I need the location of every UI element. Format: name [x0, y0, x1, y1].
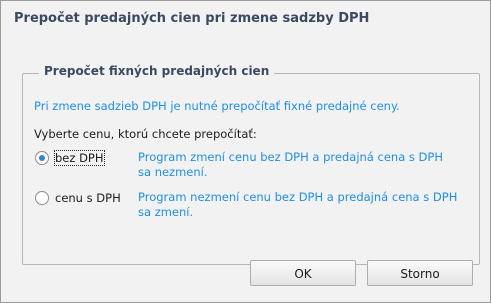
title-bar[interactable]: Prepočet predajných cien pri zmene sadzb… — [1, 1, 490, 38]
ok-button[interactable]: OK — [250, 260, 356, 286]
radio-label-with-vat[interactable]: cenu s DPH — [55, 191, 121, 205]
option-description-with-vat: Program nezmení cenu bez DPH a predajná … — [138, 190, 458, 219]
option-description-without-vat: Program zmení cenu bez DPH a predajná ce… — [138, 150, 443, 179]
option-with-vat[interactable]: cenu s DPH Program nezmení cenu bez DPH … — [34, 189, 474, 225]
groupbox-title: Prepočet fixných predajných cien — [39, 64, 275, 78]
radio-without-vat[interactable] — [35, 151, 49, 165]
recalculation-groupbox: Prepočet fixných predajných cien Pri zme… — [22, 64, 480, 265]
info-text: Pri zmene sadzieb DPH je nutné prepočíta… — [34, 99, 400, 113]
radio-with-vat[interactable] — [35, 191, 49, 205]
cancel-button[interactable]: Storno — [367, 260, 473, 286]
prompt-text: Vyberte cenu, ktorú chcete prepočítať: — [34, 127, 257, 141]
radio-label-without-vat[interactable]: bez DPH — [54, 150, 105, 166]
dialog-body: Prepočet fixných predajných cien Pri zme… — [1, 38, 490, 302]
dialog-title: Prepočet predajných cien pri zmene sadzb… — [14, 11, 370, 26]
option-without-vat[interactable]: bez DPH Program zmení cenu bez DPH a pre… — [34, 149, 474, 185]
dialog-window: Prepočet predajných cien pri zmene sadzb… — [0, 0, 491, 303]
